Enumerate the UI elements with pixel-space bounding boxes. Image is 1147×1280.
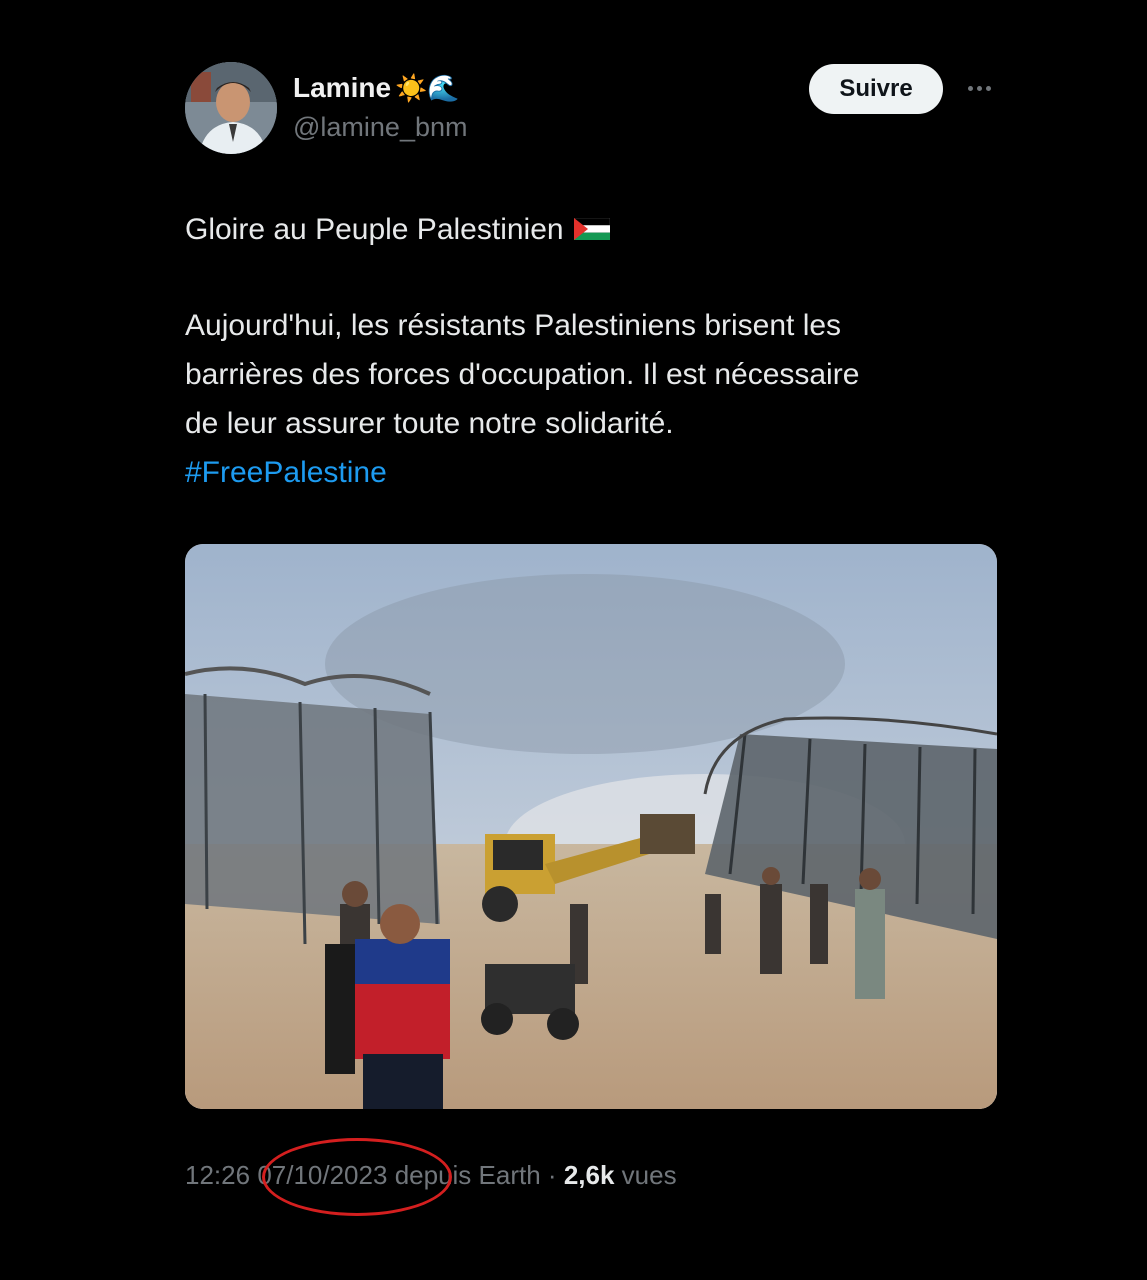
palestine-flag-icon bbox=[573, 207, 610, 255]
more-dot bbox=[976, 85, 982, 91]
tweet-line-4: de leur assurer toute notre solidarité. bbox=[185, 407, 674, 440]
more-dot bbox=[967, 85, 973, 91]
hashtag-link[interactable]: #FreePalestine bbox=[185, 449, 387, 497]
name-emojis: ☀️🌊 bbox=[395, 72, 460, 103]
avatar-photo bbox=[185, 62, 277, 154]
tweet-line-2: Aujourd'hui, les résistants Palestiniens… bbox=[185, 309, 842, 342]
red-annotation-circle bbox=[262, 1138, 452, 1216]
tweet-headline: Gloire au Peuple Palestinien bbox=[185, 206, 610, 255]
tweet-time[interactable]: 12:26 bbox=[185, 1160, 250, 1190]
views-count: 2,6k bbox=[563, 1160, 615, 1190]
tweet-line-1: Gloire au Peuple Palestinien bbox=[185, 213, 564, 246]
more-icon[interactable] bbox=[962, 78, 996, 98]
tweet-line-3: barrières des forces d'occupation. Il es… bbox=[185, 358, 860, 391]
fence-breach-photo bbox=[185, 544, 997, 1109]
views-label: vues bbox=[621, 1160, 677, 1190]
user-handle[interactable]: @lamine_bnm bbox=[293, 112, 468, 143]
more-dot bbox=[985, 85, 991, 91]
display-name-row[interactable]: Lamine ☀️🌊 bbox=[293, 72, 460, 104]
follow-button[interactable]: Suivre bbox=[809, 64, 943, 114]
tweet-media-image[interactable] bbox=[185, 544, 997, 1109]
meta-separator: · bbox=[547, 1160, 557, 1190]
display-name[interactable]: Lamine bbox=[293, 72, 391, 104]
avatar[interactable] bbox=[185, 62, 277, 154]
